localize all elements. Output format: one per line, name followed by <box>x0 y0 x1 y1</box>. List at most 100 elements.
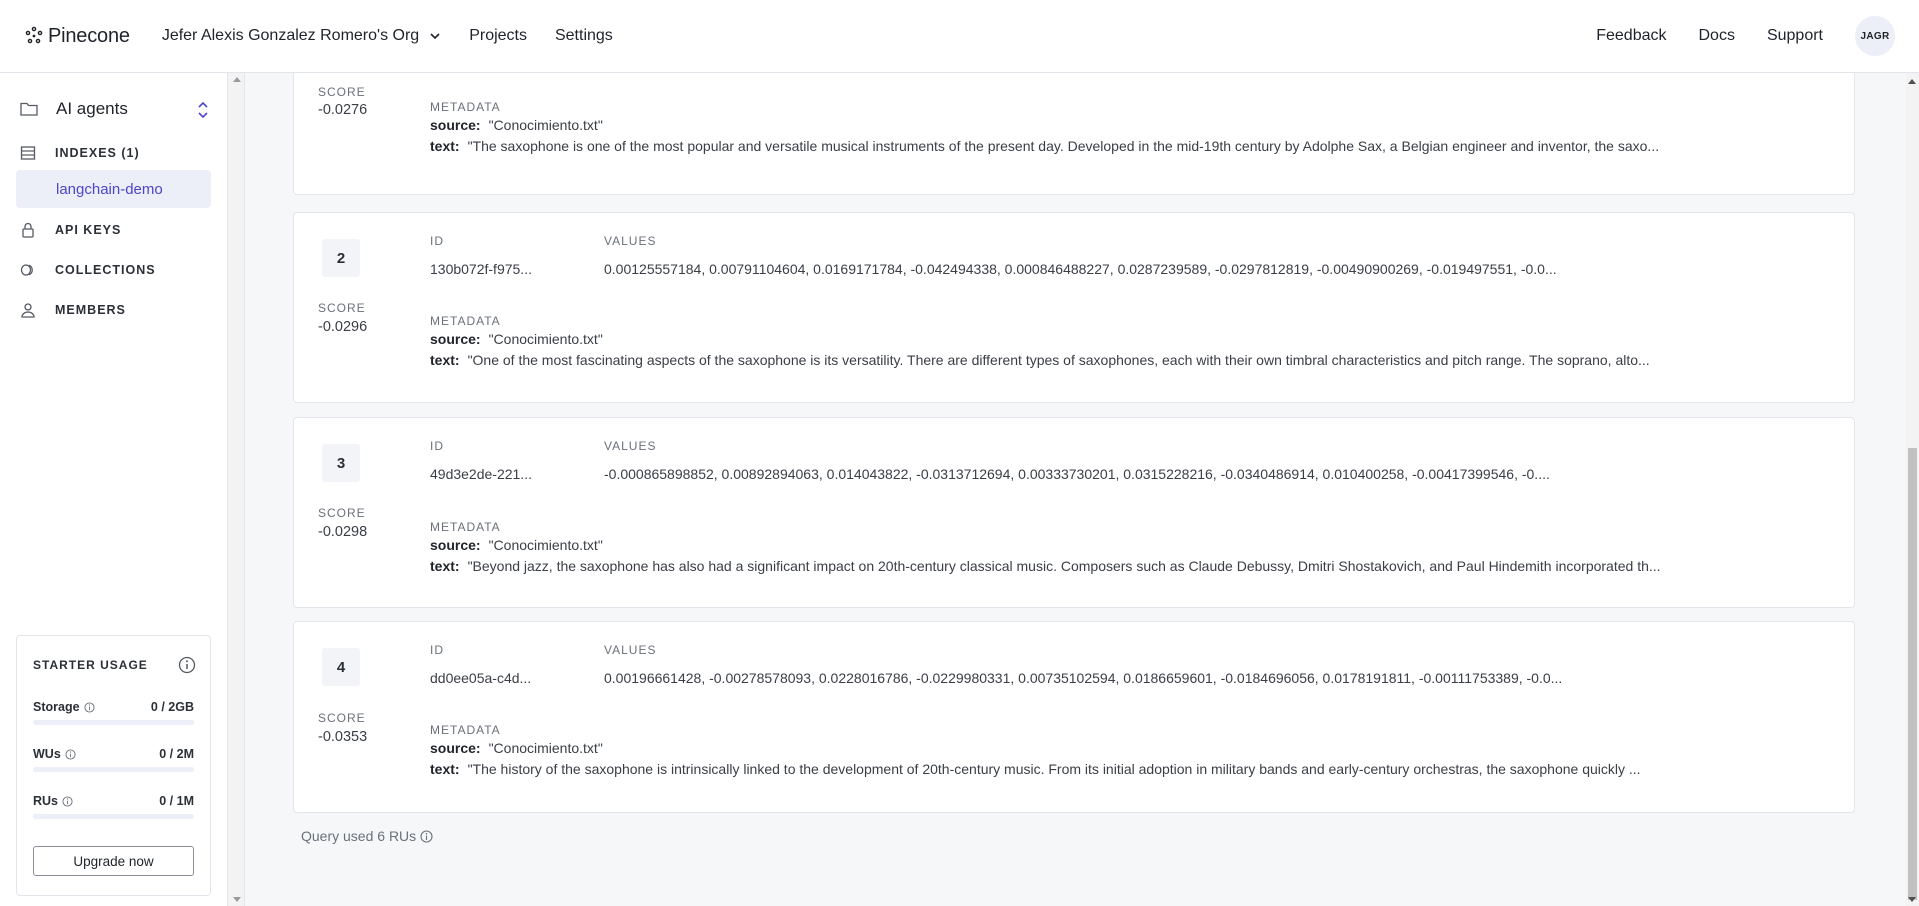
metadata-text: text: "The saxophone is one of the most p… <box>430 138 1760 154</box>
metadata-text: text: "The history of the saxophone is in… <box>430 761 1760 777</box>
scroll-up-arrow-icon[interactable] <box>233 77 241 82</box>
values-label: VALUES <box>604 643 657 657</box>
metadata-label: METADATA <box>430 723 501 737</box>
metadata-label: METADATA <box>430 520 501 534</box>
id-value[interactable]: 49d3e2de-221... <box>430 466 532 482</box>
sidebar: AI agents INDEXES (1) langchain-demo API… <box>0 73 228 906</box>
user-icon <box>21 303 35 318</box>
sidebar-item-label: API KEYS <box>55 223 122 237</box>
metadata-source: source: "Conocimiento.txt" <box>430 331 1760 347</box>
org-selector[interactable]: Jefer Alexis Gonzalez Romero's Org <box>162 27 441 45</box>
id-value[interactable]: dd0ee05a-c4d... <box>430 670 531 686</box>
main-scrollbar[interactable] <box>1906 73 1919 906</box>
usage-label: WUs <box>33 747 61 761</box>
table-icon <box>20 146 36 160</box>
usage-label: RUs <box>33 794 59 808</box>
sidebar-item-members[interactable]: MEMBERS <box>20 302 126 318</box>
score-label: SCORE <box>318 711 366 725</box>
metadata-source: source: "Conocimiento.txt" <box>430 740 1760 756</box>
info-icon[interactable] <box>420 829 433 843</box>
score-value: -0.0353 <box>318 729 368 745</box>
metadata-label: METADATA <box>430 100 501 114</box>
metadata-text: text: "Beyond jazz, the saxophone has als… <box>430 558 1760 574</box>
source-value: "Conocimiento.txt" <box>488 740 603 756</box>
info-icon[interactable] <box>84 701 95 713</box>
info-icon[interactable] <box>62 795 73 807</box>
avatar[interactable]: JAGR <box>1855 16 1895 56</box>
text-key: text: <box>430 761 460 777</box>
source-key: source: <box>430 331 481 347</box>
sidebar-item-label: MEMBERS <box>55 303 126 317</box>
nav-settings[interactable]: Settings <box>555 27 613 45</box>
scroll-up-arrow-icon[interactable] <box>1908 79 1916 84</box>
sidebar-item-collections[interactable]: COLLECTIONS <box>20 262 156 278</box>
values-value: 0.00196661428, -0.00278578093, 0.0228016… <box>604 670 1563 686</box>
text-value: "One of the most fascinating aspects of … <box>467 352 1650 368</box>
sidebar-scrollbar[interactable] <box>228 73 245 906</box>
source-key: source: <box>430 537 481 553</box>
sidebar-item-indexes[interactable]: INDEXES (1) <box>20 145 140 161</box>
id-label: ID <box>430 439 444 453</box>
usage-row-rus: RUs 0 / 1M <box>33 794 194 819</box>
chevron-updown-icon[interactable] <box>196 99 210 121</box>
usage-row-wus: WUs 0 / 2M <box>33 747 194 772</box>
id-value[interactable]: 130b072f-f975... <box>430 261 532 277</box>
usage-progress-bar <box>33 720 194 725</box>
usage-value: 0 / 1M <box>159 794 194 808</box>
query-usage-note: Query used 6 RUs <box>301 828 433 844</box>
pinecone-logo[interactable]: Pinecone <box>24 25 130 48</box>
usage-row-storage: Storage 0 / 2GB <box>33 700 194 725</box>
scroll-down-arrow-icon[interactable] <box>1908 897 1916 902</box>
info-icon[interactable] <box>65 748 76 760</box>
result-card-4: 4 SCORE -0.0353 ID dd0ee05a-c4d... VALUE… <box>293 621 1855 813</box>
text-key: text: <box>430 352 460 368</box>
info-icon[interactable] <box>178 656 196 674</box>
values-value: 0.00125557184, 0.00791104604, 0.01691717… <box>604 261 1557 277</box>
metadata-source: source: "Conocimiento.txt" <box>430 117 1760 133</box>
text-value: "The history of the saxophone is intrins… <box>467 761 1641 777</box>
usage-value: 0 / 2M <box>159 747 194 761</box>
score-value: -0.0296 <box>318 319 368 335</box>
rank-badge: 3 <box>322 444 360 482</box>
rank-badge: 4 <box>322 648 360 686</box>
scroll-down-arrow-icon[interactable] <box>233 897 241 902</box>
score-value: -0.0298 <box>318 524 368 540</box>
query-usage-text: Query used 6 RUs <box>301 828 417 844</box>
rank-badge: 2 <box>322 239 360 277</box>
sidebar-item-api-keys[interactable]: API KEYS <box>20 222 121 238</box>
usage-label: Storage <box>33 700 80 714</box>
result-card-3: 3 SCORE -0.0298 ID 49d3e2de-221... VALUE… <box>293 417 1855 608</box>
metadata-source: source: "Conocimiento.txt" <box>430 537 1760 553</box>
usage-title: STARTER USAGE <box>33 658 148 672</box>
text-key: text: <box>430 138 460 154</box>
pinecone-logo-icon <box>25 26 43 44</box>
lock-icon <box>22 222 34 238</box>
id-label: ID <box>430 234 444 248</box>
scrollbar-thumb[interactable] <box>1908 448 1917 900</box>
values-value: -0.000865898852, 0.00892894063, 0.014043… <box>604 466 1550 482</box>
text-value: "Beyond jazz, the saxophone has also had… <box>467 558 1661 574</box>
source-key: source: <box>430 117 481 133</box>
id-label: ID <box>430 643 444 657</box>
nav-projects[interactable]: Projects <box>469 27 527 45</box>
values-label: VALUES <box>604 234 657 248</box>
query-results-panel: SCORE -0.0276 METADATA source: "Conocimie… <box>245 73 1906 906</box>
metadata-label: METADATA <box>430 314 501 328</box>
upgrade-now-button[interactable]: Upgrade now <box>33 846 194 876</box>
chevron-down-icon <box>430 33 440 40</box>
nav-support[interactable]: Support <box>1767 27 1823 45</box>
project-selector[interactable]: AI agents <box>20 93 210 125</box>
collections-icon <box>20 264 33 276</box>
source-value: "Conocimiento.txt" <box>488 331 603 347</box>
nav-feedback[interactable]: Feedback <box>1596 27 1666 45</box>
source-value: "Conocimiento.txt" <box>488 537 603 553</box>
sidebar-item-langchain-demo[interactable]: langchain-demo <box>16 170 211 208</box>
metadata-text: text: "One of the most fascinating aspect… <box>430 352 1760 368</box>
folder-icon <box>20 102 38 116</box>
nav-docs[interactable]: Docs <box>1699 27 1735 45</box>
usage-progress-bar <box>33 814 194 819</box>
result-card-2: 2 SCORE -0.0296 ID 130b072f-f975... VALU… <box>293 212 1855 403</box>
score-label: SCORE <box>318 506 366 520</box>
top-navigation-bar: Pinecone Jefer Alexis Gonzalez Romero's … <box>0 0 1919 73</box>
text-key: text: <box>430 558 460 574</box>
